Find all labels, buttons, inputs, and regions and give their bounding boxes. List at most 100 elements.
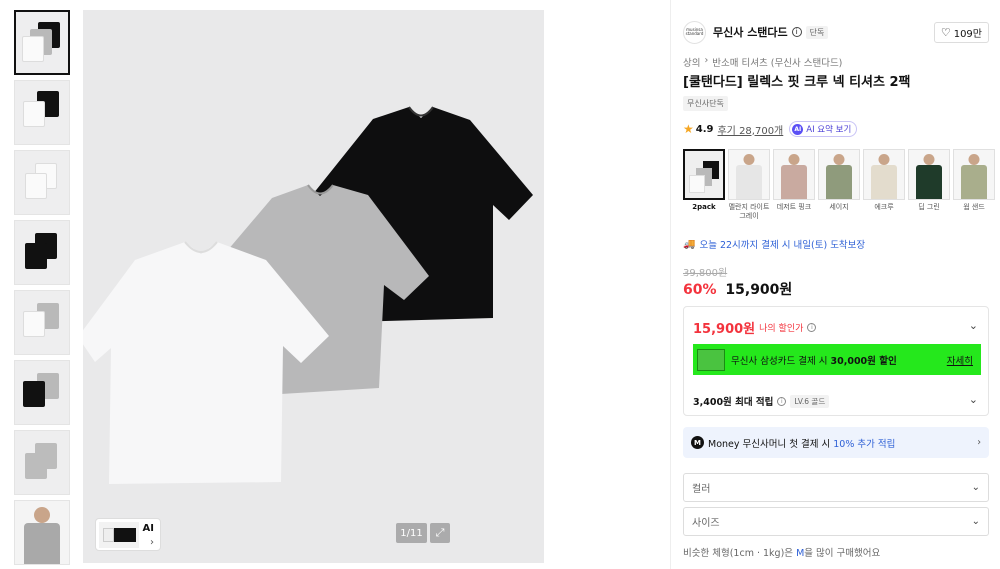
card-promo-prefix: 무신사 삼성카드 결제 시	[731, 355, 828, 367]
thumbnail-2[interactable]	[14, 80, 70, 145]
level-badge: LV.6 골드	[790, 394, 830, 408]
exclusive-tag: 단독	[805, 25, 829, 39]
color-thumb	[683, 149, 725, 200]
expand-icon[interactable]: ⤢	[430, 523, 450, 543]
points-text: 3,400원 최대 적립	[693, 397, 774, 408]
color-select[interactable]: 컬러 ⌄	[683, 473, 989, 502]
original-price: 39,800원	[683, 268, 728, 279]
rating-value: 4.9	[695, 123, 714, 135]
color-name: 멜란지 라이트 그레이	[728, 203, 770, 221]
like-count: 109만	[953, 28, 982, 40]
ai-summary-label: AI 요약 보기	[806, 125, 852, 135]
card-promo-detail-link[interactable]: 자세히	[947, 353, 973, 367]
model-shirt	[24, 523, 60, 564]
similar-body-hint: 비슷한 체형(1cm · 1kg)은 M을 많이 구매했어요	[683, 545, 880, 559]
shirt-white-mini	[23, 311, 45, 337]
money-logo-icon: M	[691, 436, 704, 449]
model-head	[34, 507, 50, 523]
size-select[interactable]: 사이즈 ⌄	[683, 507, 989, 536]
info-icon[interactable]: i	[791, 27, 802, 37]
color-name: 에크루	[874, 203, 894, 211]
benefit-box: 15,900원 나의 할인가 i ⌄ 무신사 삼성카드 결제 시 30,000원…	[683, 306, 989, 416]
my-price-label: 나의 할인가	[759, 324, 804, 334]
ai-icon: AI	[792, 123, 804, 135]
info-icon[interactable]: i	[777, 396, 787, 406]
tshirt-pack-illustration	[83, 106, 533, 484]
color-name: 데저트 핑크	[776, 203, 812, 211]
product-info-panel: musinsa standard 무신사 스탠다드 i 단독 ♡ 109만 상의…	[670, 0, 1000, 569]
ai-label: AI	[142, 523, 154, 534]
info-icon[interactable]: i	[807, 323, 817, 332]
truck-icon: 🚚	[683, 238, 696, 250]
ai-summary-button[interactable]: AI AI 요약 보기	[789, 121, 858, 137]
color-thumb	[908, 149, 950, 200]
color-name: 2pack	[692, 203, 716, 211]
my-price-amount: 15,900원	[693, 322, 756, 337]
chevron-right-icon: ›	[150, 537, 154, 548]
card-icon	[697, 348, 725, 371]
shirt-white-mini	[25, 173, 47, 199]
color-option-ecru[interactable]: 에크루	[863, 149, 905, 221]
ai-fitting-button[interactable]: AI ›	[95, 518, 161, 551]
like-button[interactable]: ♡ 109만	[933, 21, 989, 43]
thumbnail-6[interactable]	[14, 360, 70, 425]
chevron-down-icon[interactable]: ⌄	[969, 393, 978, 406]
image-counter: 1/11	[396, 523, 427, 543]
breadcrumb-item-subcategory[interactable]: 반소매 티셔츠 (무신사 스탠다드)	[712, 55, 842, 69]
thumbnail-4[interactable]	[14, 220, 70, 285]
review-link[interactable]: 후기 28,700개	[717, 122, 783, 137]
shirt-white-mini	[23, 101, 45, 127]
color-thumb	[818, 149, 860, 200]
color-options: 2pack 멜란지 라이트 그레이 데저트 핑크 세이지 에크루 딥 그린 웜 …	[683, 149, 995, 221]
color-name: 세이지	[829, 203, 849, 211]
size-select-placeholder: 사이즈	[692, 518, 720, 529]
chevron-right-icon: ›	[977, 437, 981, 448]
shirt-black-mini	[25, 243, 47, 269]
money-promo-text: Money 무신사머니 첫 결제 시	[708, 438, 831, 450]
money-promo-highlight: 10% 추가 적립	[833, 438, 896, 450]
thumbnail-5[interactable]	[14, 290, 70, 355]
similar-suffix: 을 많이 구매했어요	[804, 548, 881, 559]
chevron-down-icon: ⌄	[971, 516, 980, 527]
breadcrumb: 상의 › 반소매 티셔츠 (무신사 스탠다드)	[683, 55, 842, 69]
card-promo-banner[interactable]: 무신사 삼성카드 결제 시 30,000원 할인 자세히	[693, 344, 981, 375]
brand-logo[interactable]: musinsa standard	[683, 20, 706, 44]
color-select-placeholder: 컬러	[692, 484, 711, 495]
brand-name[interactable]: 무신사 스탠다드	[713, 24, 788, 40]
thumbnail-list	[14, 10, 71, 569]
thumbnail-1[interactable]	[14, 10, 70, 75]
thumbnail-7[interactable]	[14, 430, 70, 495]
chevron-down-icon[interactable]: ⌄	[969, 319, 978, 332]
card-promo-discount: 30,000원 할인	[830, 355, 897, 367]
color-thumb	[728, 149, 770, 200]
points-row[interactable]: 3,400원 최대 적립 i LV.6 골드	[693, 394, 830, 408]
sale-price-row: 60% 15,900원	[683, 279, 792, 299]
money-promo-banner[interactable]: M Money 무신사머니 첫 결제 시 10% 추가 적립 ›	[683, 427, 989, 458]
delivery-info[interactable]: 🚚 오늘 22시까지 결제 시 내일(토) 도착보장	[683, 237, 866, 252]
color-option-melange-light-grey[interactable]: 멜란지 라이트 그레이	[728, 149, 770, 221]
color-option-deep-green[interactable]: 딥 그린	[908, 149, 950, 221]
color-option-2pack[interactable]: 2pack	[683, 149, 725, 221]
delivery-text: 오늘 22시까지 결제 시 내일(토) 도착보장	[699, 240, 866, 251]
color-name: 딥 그린	[918, 203, 940, 211]
similar-prefix: 비슷한 체형(1cm · 1kg)은	[683, 548, 794, 559]
color-option-warm-sand[interactable]: 웜 샌드	[953, 149, 995, 221]
shirt-white-mini	[22, 36, 44, 62]
ai-preview-thumbnail	[99, 522, 139, 548]
color-option-sage[interactable]: 세이지	[818, 149, 860, 221]
shirt-black-mini	[23, 381, 45, 407]
exclusive-badge: 무신사단독	[683, 96, 728, 111]
color-option-desert-pink[interactable]: 데저트 핑크	[773, 149, 815, 221]
discount-rate: 60%	[683, 282, 717, 298]
star-icon: ★	[683, 122, 694, 136]
color-thumb	[773, 149, 815, 200]
brand-row: musinsa standard 무신사 스탠다드 i 단독 ♡ 109만	[683, 20, 989, 44]
heart-icon: ♡	[940, 25, 951, 39]
my-price-row[interactable]: 15,900원 나의 할인가 i	[693, 318, 817, 337]
thumbnail-3[interactable]	[14, 150, 70, 215]
breadcrumb-item-category[interactable]: 상의	[683, 55, 700, 69]
color-thumb	[953, 149, 995, 200]
product-title: [쿨탠다드] 릴렉스 핏 크루 넥 티셔츠 2팩	[683, 75, 911, 90]
thumbnail-8[interactable]	[14, 500, 70, 565]
main-product-image[interactable]: AI ›	[83, 10, 544, 563]
